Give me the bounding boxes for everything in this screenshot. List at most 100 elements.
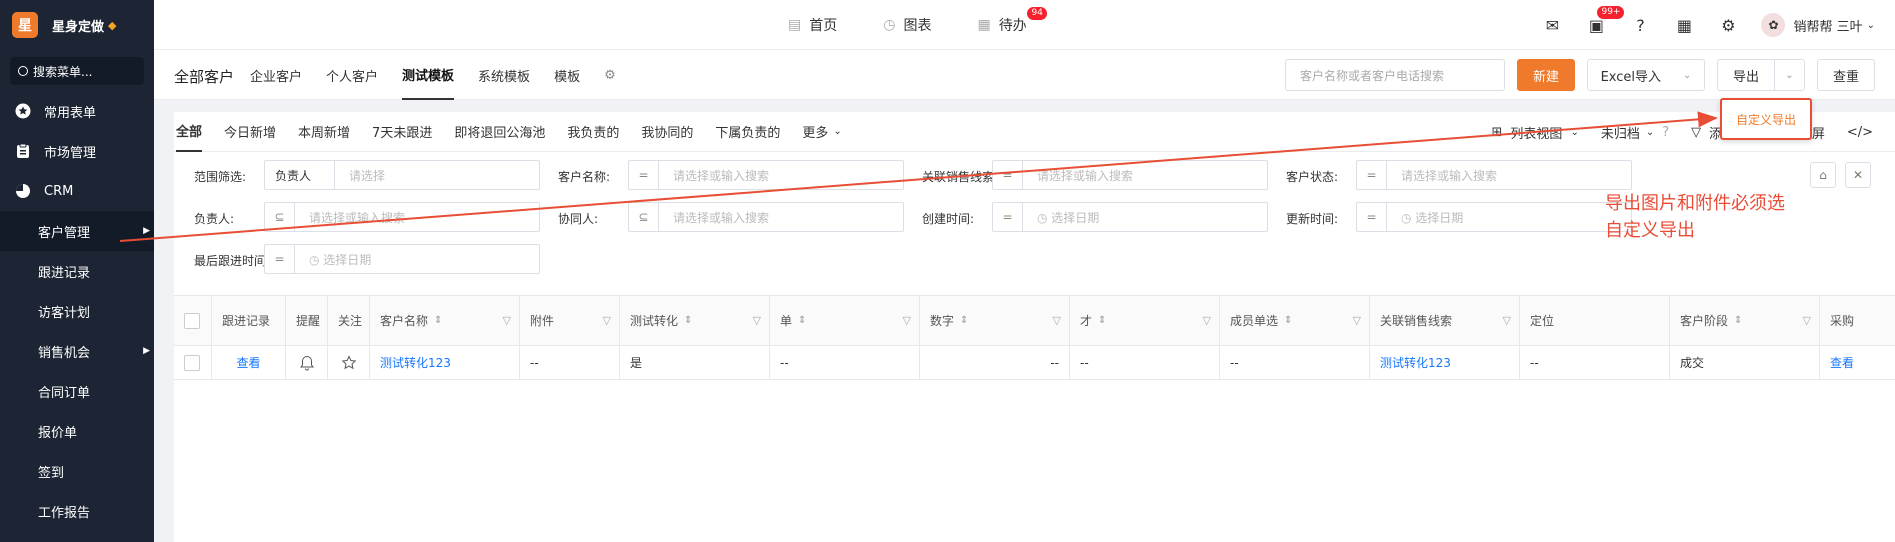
- sort-icon[interactable]: ⇕: [1284, 315, 1292, 326]
- export-dropdown-toggle[interactable]: ⌄: [1775, 59, 1805, 91]
- sidebar-item-follow-records[interactable]: 跟进记录: [0, 251, 154, 291]
- quick-filter-mine[interactable]: 我负责的: [567, 112, 619, 152]
- tab-system-template[interactable]: 系统模板: [478, 50, 530, 100]
- bell-icon[interactable]: [286, 346, 328, 379]
- equals-operator[interactable]: =: [993, 203, 1023, 231]
- quick-filter-all[interactable]: 全部: [176, 112, 203, 152]
- tab-enterprise[interactable]: 企业客户: [250, 50, 302, 100]
- sort-icon[interactable]: ⇕: [798, 315, 806, 326]
- equals-operator[interactable]: =: [1357, 161, 1387, 189]
- quick-filter-collab[interactable]: 我协同的: [641, 112, 693, 152]
- scope-filter[interactable]: 负责人 请选择: [264, 160, 540, 190]
- message-icon[interactable]: ▣ 99+: [1585, 6, 1625, 36]
- filter-icon[interactable]: ▽: [1803, 314, 1811, 327]
- equals-operator[interactable]: =: [993, 161, 1023, 189]
- quick-filter-subordinate[interactable]: 下属负责的: [715, 112, 780, 152]
- column-header[interactable]: 提醒: [286, 296, 328, 345]
- sidebar-item-common-forms[interactable]: 常用表单: [0, 91, 154, 131]
- sidebar-item-crm[interactable]: CRM: [0, 171, 154, 211]
- sidebar-item-sales-opps[interactable]: 销售机会 ▶: [0, 331, 154, 371]
- filter-icon[interactable]: ▽: [1203, 314, 1211, 327]
- tab-template[interactable]: 模板: [554, 50, 580, 100]
- row-checkbox[interactable]: [174, 346, 212, 379]
- help-icon[interactable]: ?: [1629, 14, 1651, 36]
- sort-icon[interactable]: ⇕: [684, 315, 692, 326]
- user-name[interactable]: 销帮帮 三叶: [1793, 16, 1862, 35]
- equals-operator[interactable]: =: [265, 245, 295, 273]
- pin-icon[interactable]: ✕: [1845, 162, 1871, 188]
- app-name[interactable]: 星身定做: [52, 16, 104, 35]
- tab-test-template[interactable]: 测试模板: [402, 50, 455, 100]
- code-view-icon[interactable]: </>: [1847, 125, 1873, 140]
- custom-export-option[interactable]: 自定义导出: [1720, 98, 1812, 140]
- sales-clue-link[interactable]: 测试转化123: [1370, 346, 1520, 379]
- column-header[interactable]: 采购: [1820, 296, 1865, 345]
- quick-filter-more[interactable]: 更多 ⌄: [802, 112, 841, 152]
- quick-filter-return-pool[interactable]: 即将退回公海池: [454, 112, 545, 152]
- tab-personal[interactable]: 个人客户: [326, 50, 378, 100]
- column-header[interactable]: 单 ⇕ ▽: [770, 296, 920, 345]
- created-time-filter[interactable]: = ◷ 选择日期: [992, 202, 1268, 232]
- filter-icon[interactable]: ▽: [1503, 314, 1511, 327]
- sort-icon[interactable]: ⇕: [1098, 315, 1106, 326]
- filter-icon[interactable]: ▽: [603, 314, 611, 327]
- column-header[interactable]: 附件 ▽: [520, 296, 620, 345]
- column-header[interactable]: 成员单选 ⇕ ▽: [1220, 296, 1370, 345]
- sidebar-item-quotes[interactable]: 报价单: [0, 411, 154, 451]
- mail-icon[interactable]: ✉: [1541, 14, 1563, 36]
- column-header[interactable]: 数字 ⇕ ▽: [920, 296, 1070, 345]
- filter-icon[interactable]: ▽: [753, 314, 761, 327]
- sidebar-item-work-report[interactable]: 工作报告: [0, 491, 154, 531]
- last-follow-filter[interactable]: = ◷ 选择日期: [264, 244, 540, 274]
- contains-operator[interactable]: ⊆: [629, 203, 659, 231]
- column-header[interactable]: 客户阶段 ⇕ ▽: [1670, 296, 1820, 345]
- column-header[interactable]: 关联销售线索 ▽: [1370, 296, 1520, 345]
- archive-selector[interactable]: 未归档 ⌄?: [1601, 123, 1669, 142]
- equals-operator[interactable]: =: [629, 161, 659, 189]
- contains-operator[interactable]: ⊆: [265, 203, 295, 231]
- sidebar-item-checkin[interactable]: 签到: [0, 451, 154, 491]
- clear-filter-icon[interactable]: ⌂: [1810, 162, 1836, 188]
- nav-home[interactable]: ▤ 首页: [788, 15, 837, 35]
- settings-gear-icon[interactable]: ⚙: [1717, 14, 1739, 36]
- filter-icon[interactable]: ▽: [903, 314, 911, 327]
- column-header[interactable]: 定位: [1520, 296, 1670, 345]
- column-header[interactable]: 关注: [328, 296, 370, 345]
- sidebar-item-market[interactable]: 市场管理: [0, 131, 154, 171]
- export-button[interactable]: 导出: [1717, 59, 1775, 91]
- select-all-checkbox[interactable]: [174, 296, 212, 345]
- settings-gear-icon[interactable]: ⚙: [604, 50, 616, 100]
- customer-search-input[interactable]: 客户名称或者客户电话搜索: [1285, 59, 1505, 91]
- sort-icon[interactable]: ⇕: [1734, 315, 1742, 326]
- quick-filter-week[interactable]: 本周新增: [298, 112, 350, 152]
- sidebar-item-customer-mgmt[interactable]: 客户管理 ▶: [0, 211, 154, 251]
- view-procure-link[interactable]: 查看: [1820, 346, 1865, 379]
- filter-icon[interactable]: ▽: [1053, 314, 1061, 327]
- column-header[interactable]: 客户名称 ⇕ ▽: [370, 296, 520, 345]
- filter-icon[interactable]: ▽: [1353, 314, 1361, 327]
- nav-charts[interactable]: ◷ 图表: [883, 15, 931, 35]
- new-button[interactable]: 新建: [1517, 59, 1575, 91]
- excel-import-button[interactable]: Excel导入 ⌄: [1587, 59, 1705, 91]
- customer-status-filter[interactable]: = 请选择或输入搜索: [1356, 160, 1632, 190]
- sort-icon[interactable]: ⇕: [434, 315, 442, 326]
- column-header[interactable]: 才 ⇕ ▽: [1070, 296, 1220, 345]
- user-avatar[interactable]: ✿: [1761, 13, 1786, 37]
- column-header[interactable]: 测试转化 ⇕ ▽: [620, 296, 770, 345]
- sidebar-item-contracts[interactable]: 合同订单: [0, 371, 154, 411]
- chevron-down-icon[interactable]: ⌄: [1867, 20, 1875, 31]
- sidebar-item-visit-plan[interactable]: 访客计划: [0, 291, 154, 331]
- list-view-selector[interactable]: ⊞ 列表视图 ⌄: [1492, 123, 1579, 142]
- star-outline-icon[interactable]: [328, 346, 370, 379]
- column-header[interactable]: 跟进记录: [212, 296, 286, 345]
- equals-operator[interactable]: =: [1357, 203, 1387, 231]
- customer-name-link[interactable]: 测试转化123: [370, 346, 520, 379]
- collaborator-filter[interactable]: ⊆ 请选择或输入搜索: [628, 202, 904, 232]
- sort-icon[interactable]: ⇕: [960, 315, 968, 326]
- customer-name-filter[interactable]: = 请选择或输入搜索: [628, 160, 904, 190]
- nav-todo[interactable]: ▦ 待办 94: [977, 7, 1047, 35]
- menu-search-input[interactable]: 搜索菜单...: [10, 57, 144, 85]
- updated-time-filter[interactable]: = ◷ 选择日期: [1356, 202, 1632, 232]
- quick-filter-7days[interactable]: 7天未跟进: [372, 112, 432, 152]
- dedupe-button[interactable]: 查重: [1817, 59, 1875, 91]
